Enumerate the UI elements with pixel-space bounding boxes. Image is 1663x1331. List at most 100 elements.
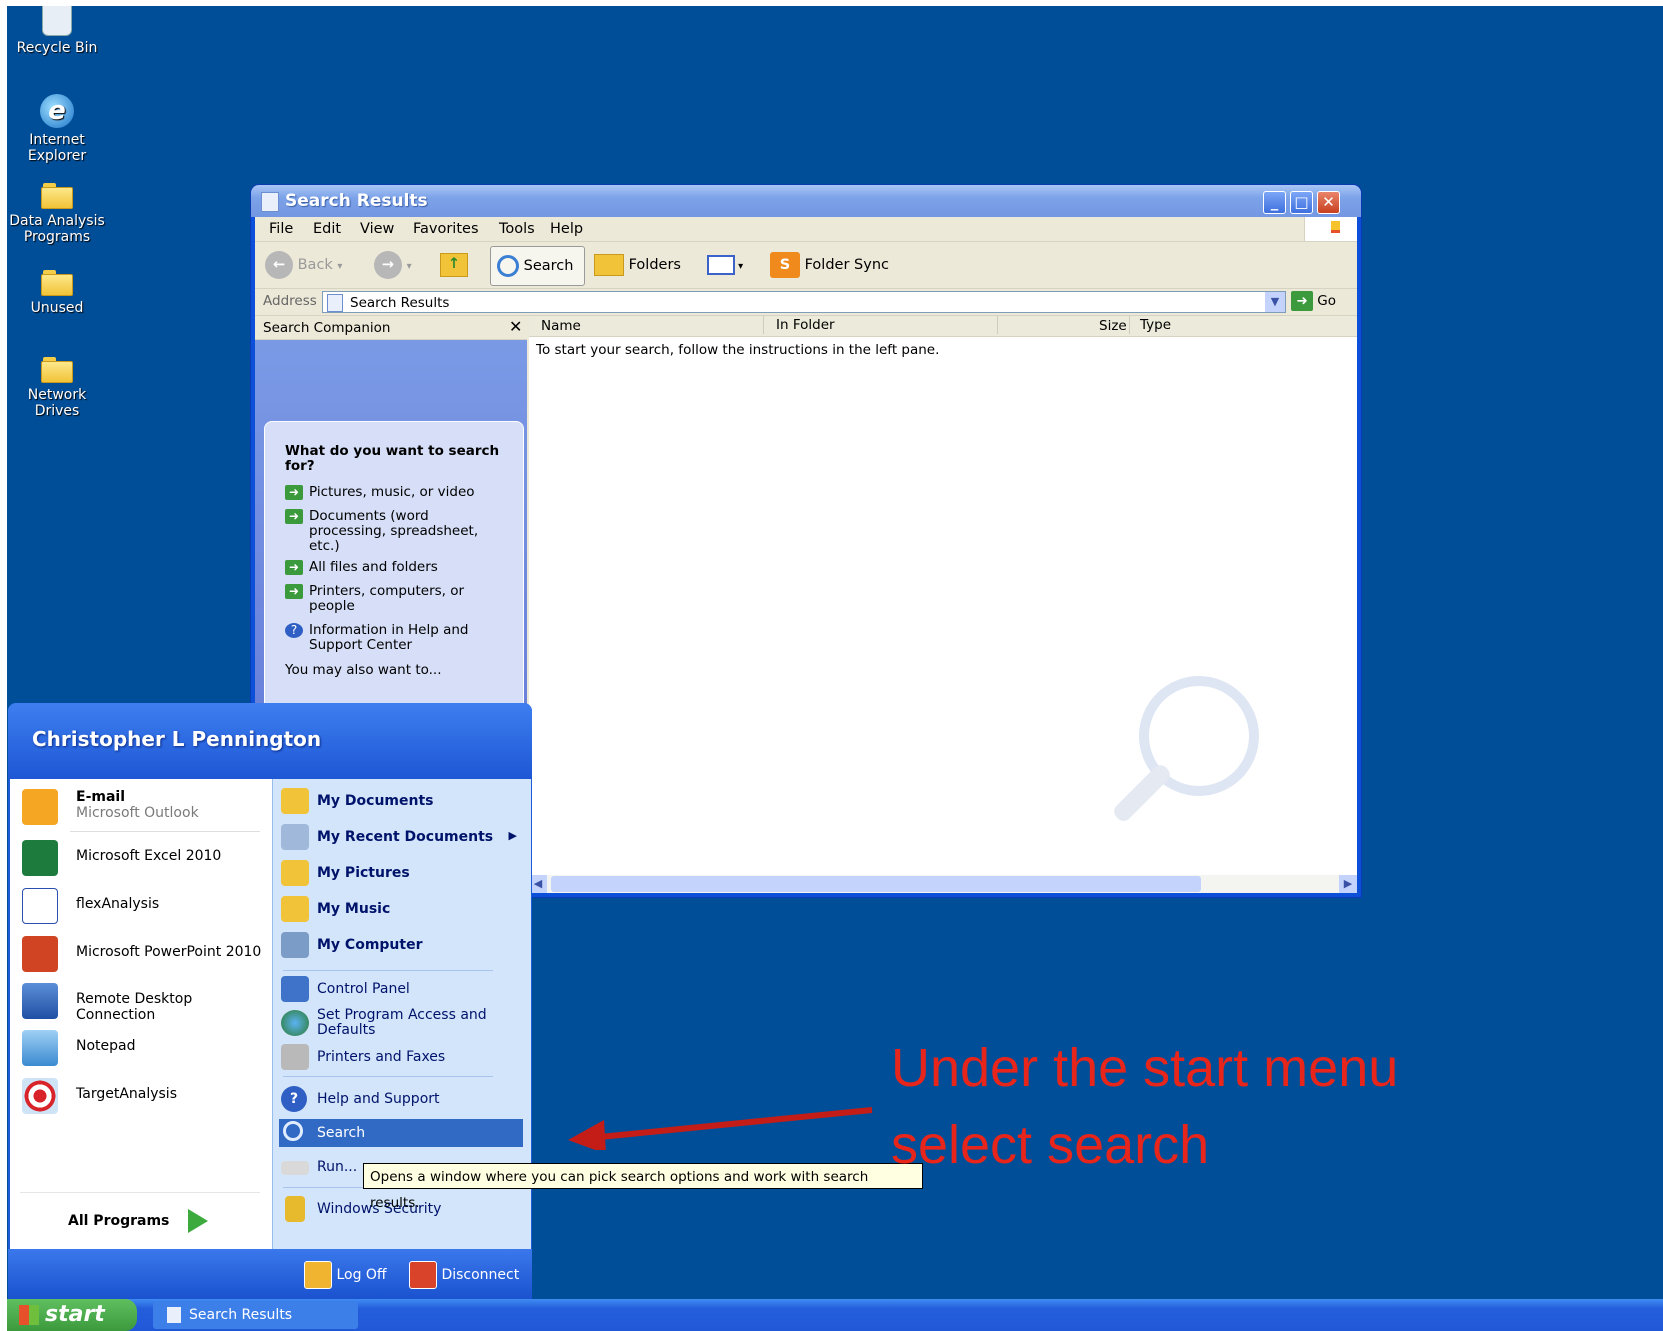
desktop-icon-unused[interactable]: Unused bbox=[7, 270, 107, 316]
program-powerpoint[interactable]: Microsoft PowerPoint 2010 bbox=[20, 934, 268, 974]
back-button[interactable]: ← Back ▾ bbox=[265, 249, 342, 281]
menu-file[interactable]: File bbox=[269, 221, 293, 237]
go-button[interactable]: ➜ Go bbox=[1291, 291, 1351, 313]
program-targetanalysis[interactable]: TargetAnalysis bbox=[20, 1076, 268, 1116]
search-results-icon bbox=[327, 294, 343, 312]
place-label: Set Program Access and Defaults bbox=[317, 1007, 487, 1038]
views-button[interactable]: ▾ bbox=[707, 249, 743, 281]
option-label: Pictures, music, or video bbox=[309, 484, 475, 500]
column-size[interactable]: Size bbox=[1099, 318, 1127, 334]
search-toolbar-label: Search bbox=[523, 258, 574, 274]
program-notepad[interactable]: Notepad bbox=[20, 1028, 268, 1068]
search-results-icon bbox=[167, 1307, 181, 1323]
search-option-printers[interactable]: ➜ Printers, computers, or people bbox=[285, 584, 510, 614]
place-my-documents[interactable]: My Documents bbox=[279, 787, 523, 815]
maximize-button[interactable]: □ bbox=[1290, 191, 1313, 214]
column-in-folder[interactable]: In Folder bbox=[763, 316, 835, 334]
menu-edit[interactable]: Edit bbox=[313, 221, 341, 237]
green-arrow-icon: ➜ bbox=[285, 560, 303, 575]
start-label: start bbox=[45, 1302, 105, 1327]
search-toolbar-button[interactable]: Search bbox=[490, 246, 585, 286]
standard-toolbar: ← Back ▾ → ▾ ↑ Search Folders ▾ S Folder… bbox=[255, 242, 1357, 289]
flexanalysis-icon bbox=[22, 888, 58, 924]
menu-tools[interactable]: Tools bbox=[499, 221, 535, 237]
desktop-icon-internet-explorer[interactable]: e Internet Explorer bbox=[7, 94, 107, 164]
also-want-to: You may also want to... bbox=[285, 662, 442, 678]
program-remote-desktop[interactable]: Remote Desktop Connection bbox=[20, 981, 268, 1023]
start-menu-header: Christopher L Pennington bbox=[8, 703, 532, 779]
scroll-right-icon[interactable]: ▶ bbox=[1339, 875, 1357, 893]
folders-button[interactable]: Folders bbox=[594, 249, 681, 281]
address-dropdown-icon[interactable]: ▼ bbox=[1265, 292, 1285, 312]
start-menu-footer: Log Off Disconnect bbox=[8, 1249, 532, 1299]
log-off-button[interactable]: Log Off bbox=[304, 1261, 387, 1289]
menu-view[interactable]: View bbox=[360, 221, 394, 237]
window-titlebar[interactable]: Search Results _ □ ✕ bbox=[251, 185, 1361, 217]
column-name[interactable]: Name bbox=[541, 318, 581, 334]
horizontal-scrollbar[interactable]: ◀ ▶ bbox=[529, 875, 1357, 893]
notepad-icon bbox=[22, 1030, 58, 1066]
desktop-icon-recycle-bin[interactable]: Recycle Bin bbox=[7, 6, 107, 56]
run-icon bbox=[281, 1161, 309, 1175]
desktop-icon-data-analysis-programs[interactable]: Data Analysis Programs bbox=[7, 183, 107, 245]
program-flexanalysis[interactable]: flexAnalysis bbox=[20, 886, 268, 926]
place-printers-faxes[interactable]: Printers and Faxes bbox=[279, 1043, 523, 1071]
forward-arrow-icon: → bbox=[374, 251, 402, 279]
search-option-documents[interactable]: ➜ Documents (word processing, spreadsheet… bbox=[285, 509, 510, 554]
column-headers: Name In Folder Size Type bbox=[529, 316, 1357, 337]
column-type[interactable]: Type bbox=[1129, 316, 1171, 334]
search-companion-header: Search Companion ✕ bbox=[255, 316, 527, 340]
place-control-panel[interactable]: Control Panel bbox=[279, 975, 523, 1003]
remote-desktop-icon bbox=[22, 983, 58, 1019]
search-option-pictures[interactable]: ➜ Pictures, music, or video bbox=[285, 485, 510, 500]
folder-icon bbox=[41, 270, 73, 296]
menu-favorites[interactable]: Favorites bbox=[413, 221, 479, 237]
green-arrow-icon: ➜ bbox=[285, 485, 303, 500]
help-icon: ? bbox=[281, 1086, 307, 1112]
green-arrow-icon: ➜ bbox=[285, 584, 303, 599]
place-set-program-access[interactable]: Set Program Access and Defaults bbox=[279, 1005, 523, 1041]
place-help-support[interactable]: ? Help and Support bbox=[279, 1085, 523, 1113]
place-label: My Recent Documents bbox=[317, 829, 494, 845]
place-search[interactable]: Search bbox=[279, 1119, 523, 1147]
search-option-all-files[interactable]: ➜ All files and folders bbox=[285, 560, 510, 575]
minimize-button[interactable]: _ bbox=[1263, 191, 1286, 214]
disconnect-button[interactable]: Disconnect bbox=[409, 1261, 519, 1289]
disconnect-label: Disconnect bbox=[441, 1267, 520, 1283]
program-email[interactable]: E-mail Microsoft Outlook bbox=[20, 787, 268, 827]
option-label: All files and folders bbox=[309, 559, 438, 575]
menu-help[interactable]: Help bbox=[550, 221, 583, 237]
folder-sync-button[interactable]: S Folder Sync bbox=[770, 249, 889, 281]
program-label: E-mail bbox=[76, 789, 126, 805]
all-programs-button[interactable]: All Programs bbox=[68, 1209, 209, 1233]
place-my-recent-documents[interactable]: My Recent Documents ▶ bbox=[279, 823, 523, 851]
place-label: Control Panel bbox=[317, 981, 410, 997]
menu-bar: File Edit View Favorites Tools Help bbox=[255, 217, 1357, 242]
close-pane-icon[interactable]: ✕ bbox=[509, 317, 522, 336]
close-button[interactable]: ✕ bbox=[1317, 191, 1340, 214]
green-arrow-icon: ➜ bbox=[285, 509, 303, 524]
start-button[interactable]: start bbox=[7, 1299, 137, 1331]
address-input[interactable]: Search Results ▼ bbox=[322, 291, 1286, 313]
place-label: My Computer bbox=[317, 937, 423, 953]
taskbar-item-search-results[interactable]: Search Results bbox=[153, 1301, 358, 1329]
folder-icon bbox=[41, 183, 73, 209]
scrollbar-thumb[interactable] bbox=[551, 876, 1201, 892]
place-my-music[interactable]: My Music bbox=[279, 895, 523, 923]
desktop-icon-network-drives[interactable]: Network Drives bbox=[7, 357, 107, 419]
forward-button[interactable]: → ▾ bbox=[374, 249, 412, 281]
program-excel[interactable]: Microsoft Excel 2010 bbox=[20, 838, 268, 878]
place-my-pictures[interactable]: My Pictures bbox=[279, 859, 523, 887]
up-folder-button[interactable]: ↑ bbox=[440, 249, 468, 281]
recycle-bin-icon bbox=[42, 6, 72, 36]
magnifier-handle bbox=[1110, 761, 1174, 825]
search-icon bbox=[283, 1121, 303, 1141]
views-icon bbox=[707, 255, 735, 275]
search-option-help[interactable]: ? Information in Help and Support Center bbox=[285, 623, 510, 653]
folder-sync-label: Folder Sync bbox=[804, 257, 889, 273]
place-label: My Pictures bbox=[317, 865, 410, 881]
search-question: What do you want to search for? bbox=[285, 443, 500, 474]
powerpoint-icon bbox=[22, 936, 58, 972]
desktop-icon-label: Data Analysis Programs bbox=[9, 213, 105, 245]
place-my-computer[interactable]: My Computer bbox=[279, 931, 523, 959]
